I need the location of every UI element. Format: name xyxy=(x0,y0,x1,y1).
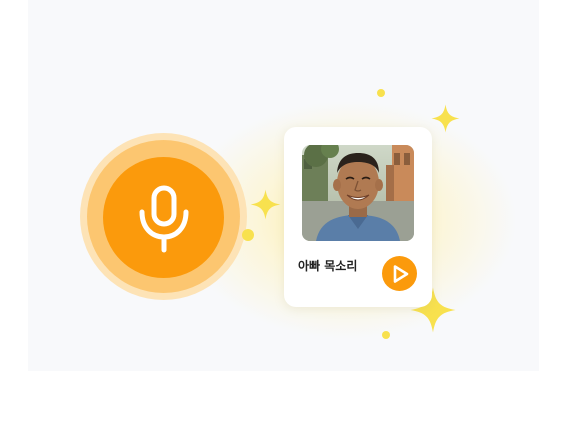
voice-label: 아빠 목소리 xyxy=(298,259,358,273)
sparkle-icon xyxy=(250,189,281,220)
microphone-icon xyxy=(139,185,188,252)
sparkle-dot xyxy=(382,331,390,339)
play-button[interactable] xyxy=(382,256,417,291)
profile-photo xyxy=(302,145,414,241)
voice-card[interactable]: 아빠 목소리 xyxy=(284,127,432,307)
microphone-button[interactable] xyxy=(103,157,224,278)
play-icon xyxy=(393,264,408,283)
sparkle-dot xyxy=(377,89,385,97)
sparkle-dot xyxy=(242,229,254,241)
sparkle-icon xyxy=(431,104,460,133)
